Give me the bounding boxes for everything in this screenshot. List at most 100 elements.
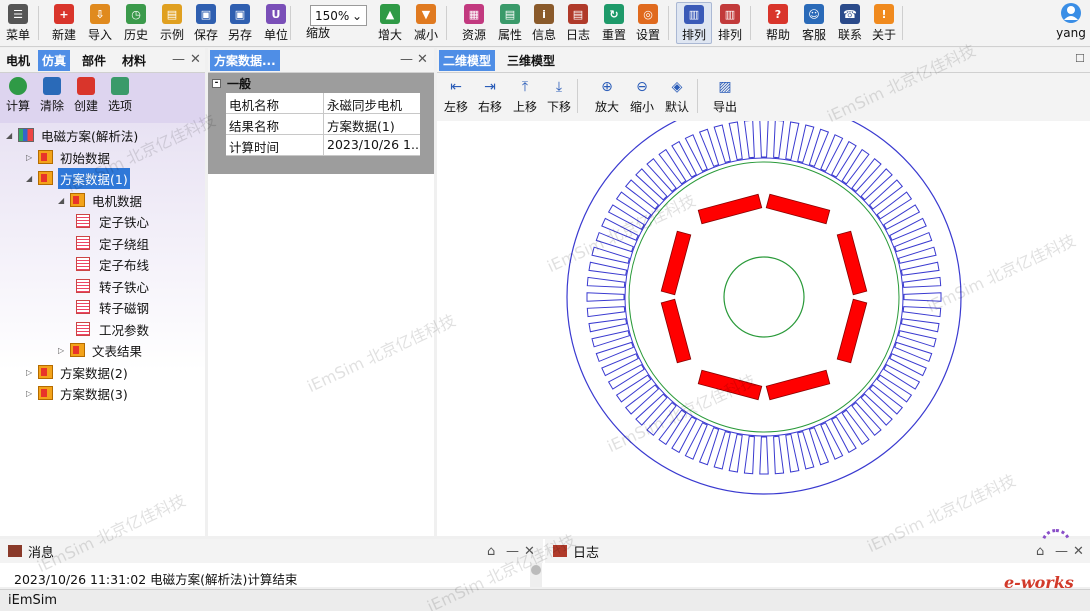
tree-item-rotor-core[interactable]: 转子铁心	[74, 276, 151, 296]
stator-slot	[743, 435, 755, 475]
toolbar-button-property[interactable]: ▤ 属性	[492, 2, 528, 44]
stator-slot	[601, 353, 639, 377]
toolbar-button-arrange[interactable]: ▥ 排列	[676, 2, 712, 44]
tree-item-operating-params[interactable]: 工况参数	[74, 319, 151, 339]
minimize-icon[interactable]: —	[172, 52, 185, 67]
toolbar-button-import[interactable]: ⇩ 导入	[82, 2, 118, 44]
main-toolbar: ☰ 菜单 + 新建 ⇩ 导入 ◷ 历史 ▤ 示例 ▣ 保存 ▣ 另存 U 单位 缩放 ▲ 增大 ▼ 减小 ▦ 资源 ▤ 属性 i 信…	[0, 0, 1090, 47]
property-row[interactable]: 电机名称 永磁同步电机	[226, 93, 420, 114]
pin-icon[interactable]: ⌂	[1036, 544, 1044, 559]
close-icon[interactable]: ✕	[417, 52, 428, 67]
save-icon: ▣	[196, 4, 216, 24]
toolbar-button-new[interactable]: + 新建	[46, 2, 82, 44]
toolbar-label: 保存	[193, 28, 218, 42]
tree-item-stator-winding[interactable]: 定子绕组	[74, 233, 151, 253]
tab-parts[interactable]: 部件	[78, 50, 110, 71]
tab-motor[interactable]: 电机	[2, 50, 34, 71]
stator-slot	[595, 231, 634, 253]
toolbar-label: 示例	[159, 28, 184, 42]
stator-slot	[820, 422, 844, 460]
toolbar-button-about[interactable]: ! 关于	[866, 2, 902, 44]
chart-icon	[18, 128, 34, 142]
toolbar-button-arrange-alt[interactable]: ▥ 排列	[712, 2, 748, 44]
minimize-icon[interactable]: —	[506, 544, 519, 559]
tab-materials[interactable]: 材料	[118, 50, 150, 71]
view-button-zoom-out[interactable]: ⊖ 缩小	[626, 77, 658, 115]
toolbar-button-settings[interactable]: ◎ 设置	[630, 2, 666, 44]
toolbar-button-info[interactable]: i 信息	[526, 2, 562, 44]
scrollbar[interactable]	[530, 563, 542, 587]
left-panel: 电机 仿真 部件 材料 — ✕ 计算 清除 创建 选项 ◢ 电磁方案(解析法) ▷ 初始数…	[0, 48, 205, 536]
tree-item-motor-data[interactable]: ◢ 电机数据	[58, 190, 144, 210]
user-account[interactable]: yang	[1054, 2, 1088, 44]
tab-scheme-data[interactable]: 方案数据...	[210, 50, 280, 71]
toolbar-label: 帮助	[765, 28, 790, 42]
stator-slot	[646, 157, 677, 193]
view-button-move-left[interactable]: ⇤ 左移	[440, 77, 472, 115]
toolbar-button-example[interactable]: ▤ 示例	[154, 2, 190, 44]
view-button-move-up[interactable]: ⤒ 上移	[509, 77, 541, 115]
property-row[interactable]: 计算时间 2023/10/26 1...	[226, 135, 420, 156]
minimize-icon[interactable]: —	[400, 52, 413, 67]
tree-item-stator-wiring[interactable]: 定子布线	[74, 254, 151, 274]
stator-slot	[808, 128, 830, 167]
message-icon	[8, 545, 22, 557]
app-window: ☰ 菜单 + 新建 ⇩ 导入 ◷ 历史 ▤ 示例 ▣ 保存 ▣ 另存 U 单位 缩放 ▲ 增大 ▼ 减小 ▦ 资源 ▤ 属性 i 信…	[0, 0, 1090, 611]
magnet-body	[697, 369, 763, 401]
view-button-move-right[interactable]: ⇥ 右移	[474, 77, 506, 115]
toolbar-button-save-as[interactable]: ▣ 另存	[222, 2, 258, 44]
tool-button-clear[interactable]: 清除	[36, 77, 68, 114]
view-button-export[interactable]: ▨ 导出	[709, 77, 741, 115]
toolbar-button-save[interactable]: ▣ 保存	[188, 2, 224, 44]
pin-icon[interactable]: ⌂	[487, 544, 495, 559]
close-icon[interactable]: ✕	[190, 52, 201, 67]
toolbar-button-zoom[interactable]: 缩放	[300, 24, 336, 44]
close-icon[interactable]: ✕	[524, 544, 535, 559]
stator-slot	[831, 140, 857, 178]
tool-button-run[interactable]: 计算	[2, 77, 34, 114]
about-icon: !	[874, 4, 894, 24]
view-button-zoom-in[interactable]: ⊕ 放大	[591, 77, 623, 115]
toolbar-button-help[interactable]: ? 帮助	[760, 2, 796, 44]
tree-item-stator-core[interactable]: 定子铁心	[74, 211, 151, 231]
tool-button-options[interactable]: 选项	[104, 77, 136, 114]
list-icon	[76, 322, 90, 336]
tree-item-results[interactable]: ▷ 文表结果	[58, 340, 144, 360]
close-icon[interactable]: ✕	[1073, 544, 1084, 559]
view-button-label: 缩小	[629, 100, 654, 114]
zoom-select[interactable]: 150% ⌄	[310, 5, 367, 26]
property-row[interactable]: 结果名称 方案数据(1)	[226, 114, 420, 135]
folder-icon	[38, 150, 53, 164]
tab-3d-model[interactable]: 三维模型	[503, 50, 559, 71]
tab-2d-model[interactable]: 二维模型	[439, 50, 496, 71]
property-group[interactable]: - 一般	[212, 75, 251, 92]
tree-root[interactable]: ◢ 电磁方案(解析法)	[6, 125, 140, 145]
maximize-icon[interactable]: ☐	[1075, 52, 1085, 65]
tree-item-scheme-3[interactable]: ▷ 方案数据(3)	[26, 383, 130, 403]
tree-item-rotor-magnet[interactable]: 转子磁钢	[74, 297, 151, 317]
collapsed-arrow-icon: ▷	[26, 367, 33, 377]
toolbar-button-log[interactable]: ▤ 日志	[560, 2, 596, 44]
view-button-default-view[interactable]: ◈ 默认	[661, 77, 693, 115]
toolbar-label: 联系	[837, 28, 862, 42]
toolbar-button-reset[interactable]: ↻ 重置	[596, 2, 632, 44]
tool-button-create[interactable]: 创建	[70, 77, 102, 114]
model-canvas[interactable]: iEmSim	[437, 99, 1090, 572]
toolbar-button-history[interactable]: ◷ 历史	[118, 2, 154, 44]
tree-item-scheme-2[interactable]: ▷ 方案数据(2)	[26, 362, 130, 382]
toolbar-separator	[38, 6, 39, 40]
tree-item-initial[interactable]: ▷ 初始数据	[26, 147, 112, 167]
toolbar-button-resource[interactable]: ▦ 资源	[456, 2, 492, 44]
toolbar-button-increase[interactable]: ▲ 增大	[372, 2, 408, 44]
toolbar-button-contact[interactable]: ☎ 联系	[832, 2, 868, 44]
toolbar-button-unit[interactable]: U 单位	[258, 2, 294, 44]
tab-simulation[interactable]: 仿真	[38, 50, 71, 71]
minimize-icon[interactable]: —	[1055, 544, 1068, 559]
tree-item-scheme-1[interactable]: ◢ 方案数据(1)	[26, 167, 130, 189]
toolbar-button-service[interactable]: ☺ 客服	[796, 2, 832, 44]
view-button-move-down[interactable]: ⤓ 下移	[543, 77, 575, 115]
scroll-thumb[interactable]	[531, 565, 541, 575]
toolbar-button-decrease[interactable]: ▼ 减小	[408, 2, 444, 44]
stator-slot	[894, 231, 933, 253]
toolbar-button-menu[interactable]: ☰ 菜单	[0, 2, 36, 44]
